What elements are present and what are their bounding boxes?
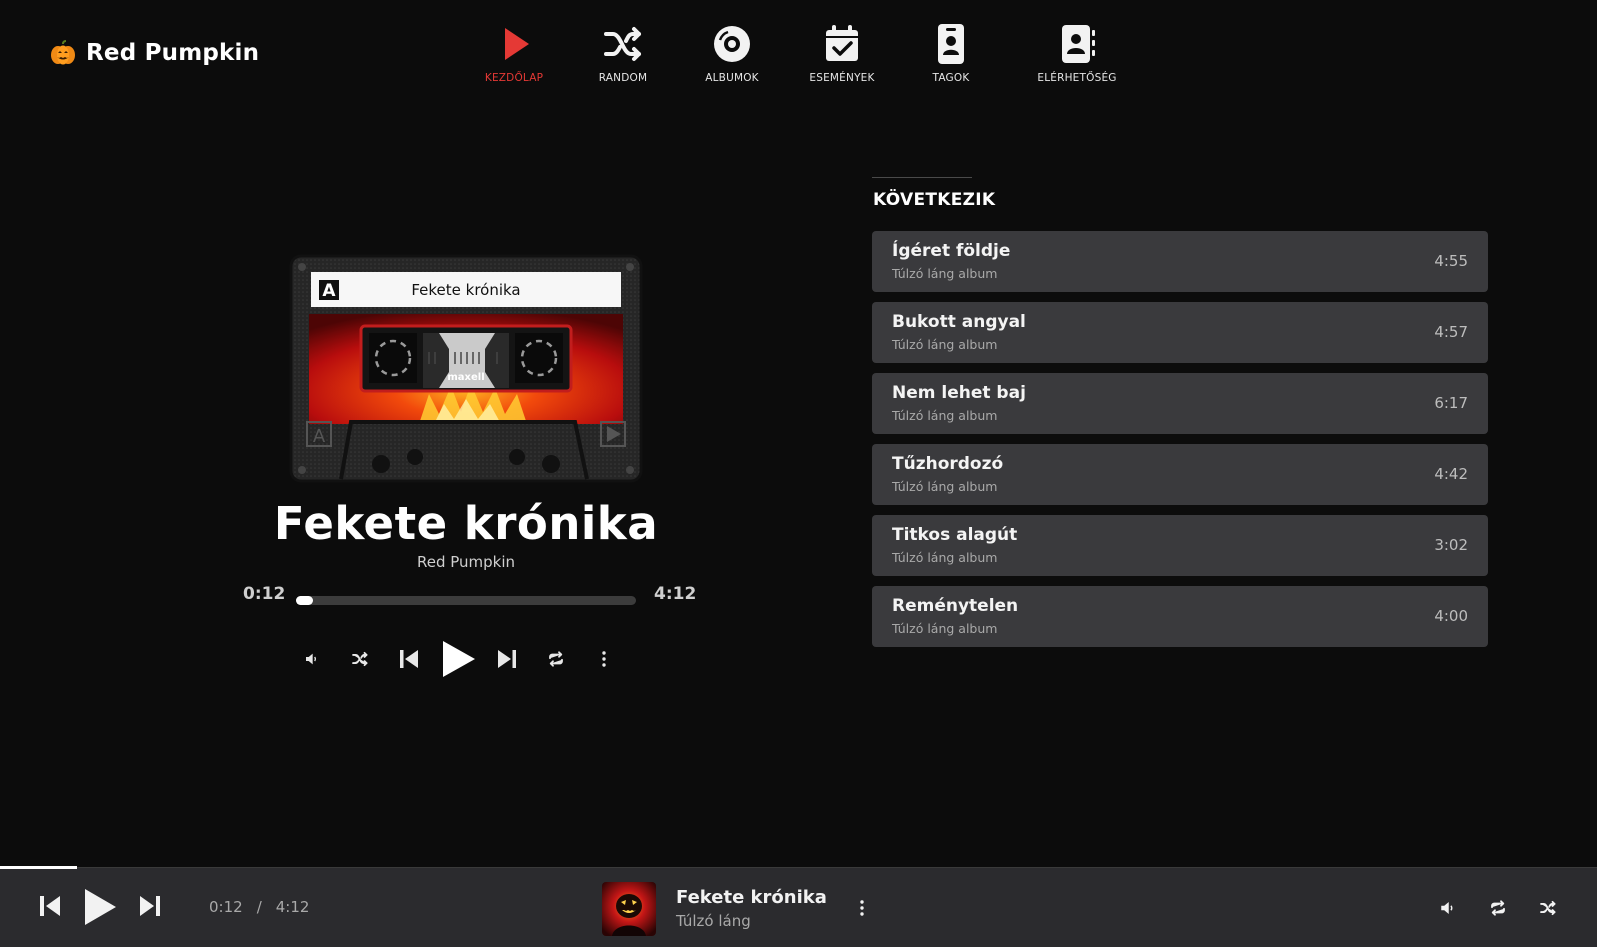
volume-icon bbox=[1441, 902, 1453, 914]
track-title: Fekete krónika bbox=[273, 497, 659, 550]
bottom-time-display: 0:12 / 4:12 bbox=[209, 898, 309, 916]
current-time: 0:12 bbox=[243, 584, 286, 604]
play-button[interactable] bbox=[438, 639, 478, 679]
calendar-check-icon bbox=[826, 25, 858, 61]
bottom-player-bar: 0:12 / 4:12 Fekete krónika Túlzó láng bbox=[0, 866, 1597, 947]
nav-label: KEZDŐLAP bbox=[484, 72, 544, 84]
play-icon bbox=[443, 641, 475, 677]
volume-button[interactable] bbox=[300, 647, 324, 671]
time-separator: / bbox=[256, 898, 262, 916]
track-artist[interactable]: Red Pumpkin bbox=[230, 553, 702, 571]
cassette-artwork: A Fekete krónika maxell A bbox=[289, 254, 643, 483]
queue-item-title: Tűzhordozó bbox=[892, 454, 1004, 474]
nav-item-members[interactable]: TAGOK bbox=[891, 22, 1011, 84]
queue-item-duration: 6:17 bbox=[1434, 394, 1468, 412]
nav-item-events[interactable]: ESEMÉNYEK bbox=[782, 22, 902, 84]
queue-item-album: Túlzó láng album bbox=[892, 479, 998, 494]
nav-label: ELÉRHETŐSÉG bbox=[1037, 72, 1117, 84]
cassette-side-mark: A bbox=[313, 426, 326, 447]
bottom-previous-button[interactable] bbox=[36, 892, 64, 920]
queue-item-title: Reménytelen bbox=[892, 596, 1019, 616]
contact-book-icon bbox=[1062, 25, 1095, 63]
queue-item-title: Titkos alagút bbox=[892, 525, 1018, 545]
nav-label: RANDOM bbox=[598, 72, 648, 84]
queue-item[interactable]: Ígéret földje Túlzó láng album 4:55 bbox=[872, 231, 1488, 292]
queue-item-duration: 4:42 bbox=[1434, 465, 1468, 483]
queue-item-title: Ígéret földje bbox=[892, 241, 1011, 261]
bottom-shuffle-button[interactable] bbox=[1536, 896, 1560, 920]
queue-item-duration: 3:02 bbox=[1434, 536, 1468, 554]
queue-item-title: Nem lehet baj bbox=[892, 383, 1026, 403]
bottom-total-time: 4:12 bbox=[275, 898, 310, 916]
bottom-track-title: Fekete krónika bbox=[676, 887, 827, 908]
queue-item-album: Túlzó láng album bbox=[892, 408, 998, 423]
more-vertical-icon bbox=[860, 900, 864, 916]
bottom-progress-bar[interactable] bbox=[0, 866, 77, 869]
nav-label: ALBUMOK bbox=[705, 72, 759, 84]
bottom-next-button[interactable] bbox=[136, 892, 164, 920]
next-button[interactable] bbox=[494, 646, 520, 672]
previous-icon bbox=[400, 650, 418, 668]
shuffle-icon bbox=[1540, 900, 1556, 916]
next-icon bbox=[498, 650, 516, 668]
nav-item-contact[interactable]: ELÉRHETŐSÉG bbox=[1017, 22, 1137, 84]
queue-heading: KÖVETKEZIK bbox=[873, 190, 996, 210]
queue-item-album: Túlzó láng album bbox=[892, 621, 998, 636]
queue-item[interactable]: Titkos alagút Túlzó láng album 3:02 bbox=[872, 515, 1488, 576]
queue-item-album: Túlzó láng album bbox=[892, 266, 998, 281]
queue-item[interactable]: Nem lehet baj Túlzó láng album 6:17 bbox=[872, 373, 1488, 434]
queue-item-album: Túlzó láng album bbox=[892, 550, 998, 565]
previous-icon bbox=[40, 896, 60, 916]
shuffle-button[interactable] bbox=[348, 647, 372, 671]
shuffle-icon bbox=[604, 27, 641, 61]
queue-item-title: Bukott angyal bbox=[892, 312, 1026, 332]
brand-name: Red Pumpkin bbox=[86, 40, 260, 66]
queue-item[interactable]: Tűzhordozó Túlzó láng album 4:42 bbox=[872, 444, 1488, 505]
queue-item[interactable]: Reménytelen Túlzó láng album 4:00 bbox=[872, 586, 1488, 647]
nav-label: ESEMÉNYEK bbox=[809, 72, 875, 84]
next-icon bbox=[140, 896, 160, 916]
cassette-label-text: Fekete krónika bbox=[411, 281, 520, 299]
play-icon bbox=[505, 28, 529, 60]
disc-icon bbox=[714, 26, 750, 62]
queue-item-duration: 4:57 bbox=[1434, 323, 1468, 341]
bottom-current-time: 0:12 bbox=[209, 898, 243, 916]
more-vertical-icon bbox=[602, 651, 606, 667]
repeat-icon bbox=[549, 651, 563, 667]
bottom-more-options-button[interactable] bbox=[852, 896, 872, 920]
progress-fill bbox=[296, 596, 313, 605]
bottom-track-album[interactable]: Túlzó láng bbox=[676, 912, 751, 930]
cassette-side-label: A bbox=[322, 281, 336, 301]
more-options-button[interactable] bbox=[592, 647, 616, 671]
nav-item-random[interactable]: RANDOM bbox=[563, 22, 683, 84]
nav-item-albums[interactable]: ALBUMOK bbox=[672, 22, 792, 84]
queue-item-duration: 4:55 bbox=[1434, 252, 1468, 270]
queue-list: Ígéret földje Túlzó láng album 4:55 Buko… bbox=[872, 231, 1488, 657]
previous-button[interactable] bbox=[396, 646, 422, 672]
shuffle-icon bbox=[352, 651, 368, 667]
pumpkin-icon bbox=[51, 40, 75, 65]
queue-item-duration: 4:00 bbox=[1434, 607, 1468, 625]
album-cover-thumbnail[interactable] bbox=[602, 882, 656, 936]
cassette-brand: maxell bbox=[447, 372, 484, 383]
repeat-button[interactable] bbox=[544, 647, 568, 671]
progress-bar[interactable] bbox=[296, 596, 636, 605]
bottom-play-button[interactable] bbox=[80, 886, 120, 928]
queue-item[interactable]: Bukott angyal Túlzó láng album 4:57 bbox=[872, 302, 1488, 363]
bottom-volume-button[interactable] bbox=[1436, 896, 1460, 920]
play-icon bbox=[85, 889, 116, 925]
nav-label: TAGOK bbox=[932, 72, 970, 84]
repeat-icon bbox=[1491, 900, 1505, 916]
id-badge-icon bbox=[938, 24, 964, 64]
queue-divider bbox=[872, 177, 972, 178]
nav-item-home[interactable]: KEZDŐLAP bbox=[454, 22, 574, 84]
brand-logo[interactable]: Red Pumpkin bbox=[50, 40, 259, 66]
queue-item-album: Túlzó láng album bbox=[892, 337, 998, 352]
player-controls bbox=[300, 634, 632, 684]
bottom-repeat-button[interactable] bbox=[1486, 896, 1510, 920]
volume-icon bbox=[306, 653, 316, 665]
total-time: 4:12 bbox=[654, 584, 697, 604]
